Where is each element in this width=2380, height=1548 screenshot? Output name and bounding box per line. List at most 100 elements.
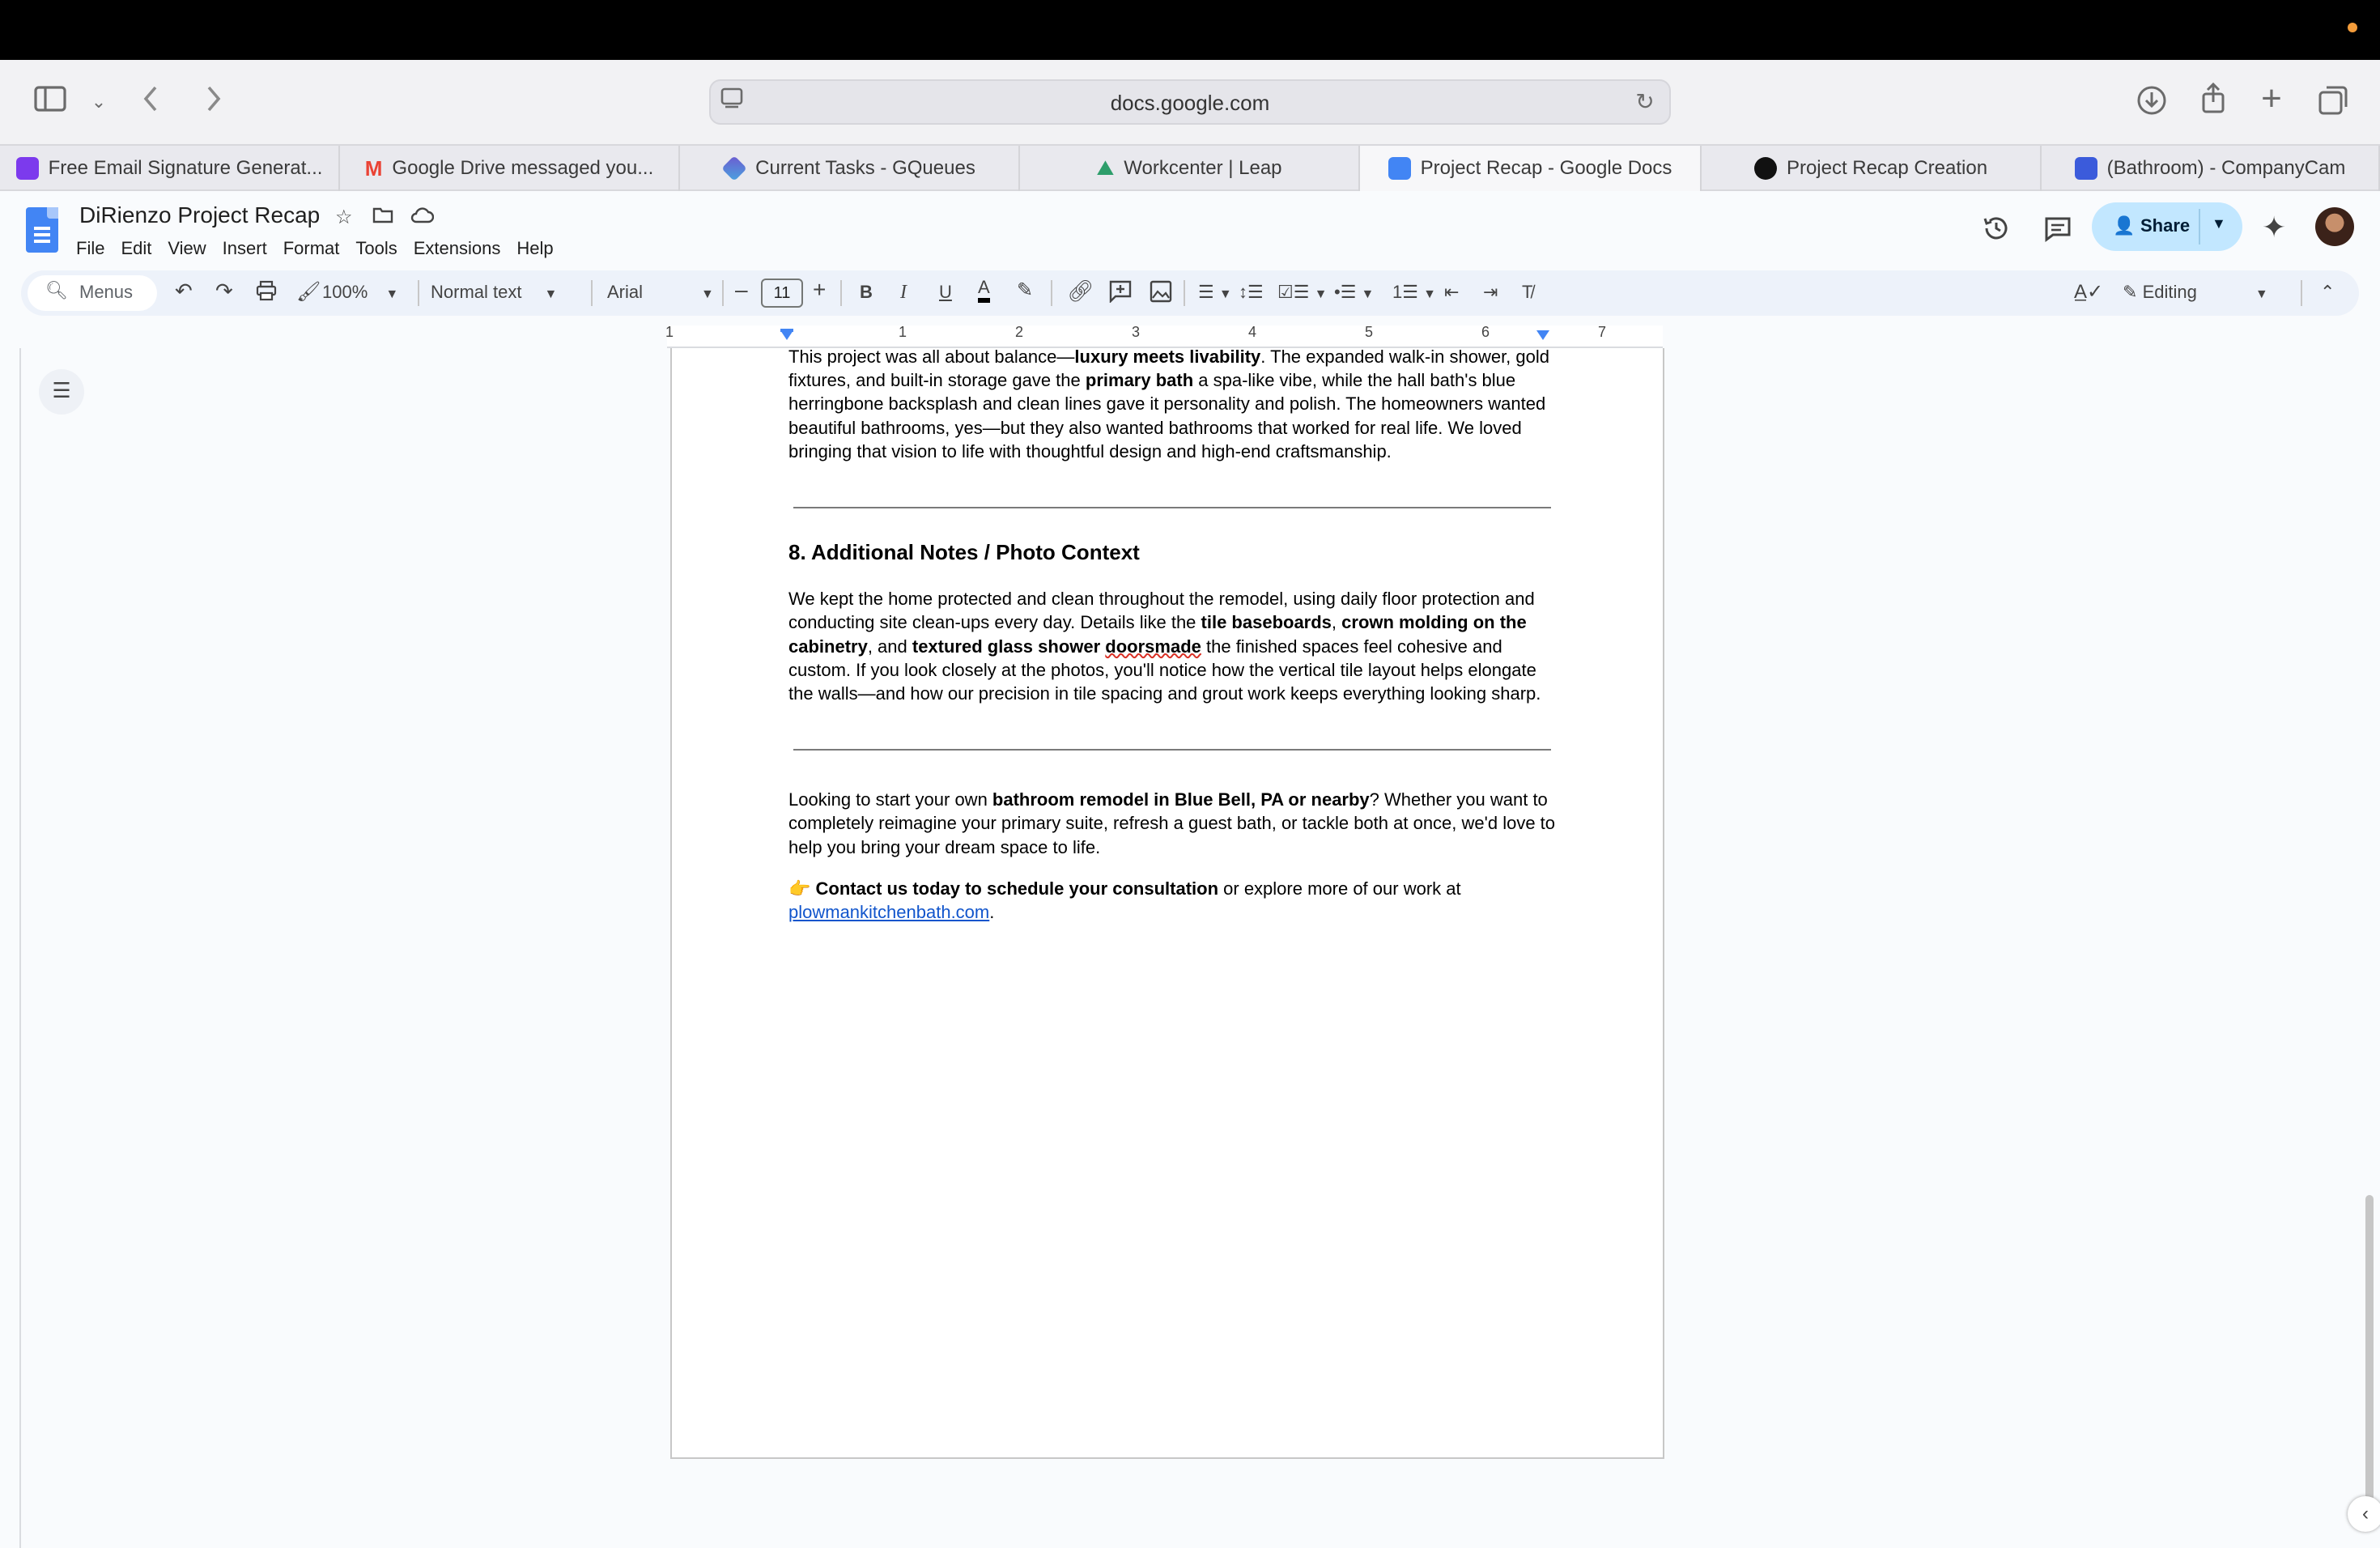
checklist-dropdown-icon: ▼ bbox=[1314, 287, 1328, 301]
font-size-input[interactable]: 11 bbox=[761, 279, 803, 308]
google-docs-logo-icon[interactable] bbox=[26, 207, 58, 253]
sidebar-toggle-icon[interactable] bbox=[32, 84, 68, 120]
downloads-icon[interactable] bbox=[2134, 84, 2170, 120]
numbered-list-icon[interactable]: 1☰ ▼ bbox=[1392, 282, 1436, 303]
document-title[interactable]: DiRienzo Project Recap bbox=[79, 202, 320, 228]
menu-tools[interactable]: Tools bbox=[355, 238, 397, 259]
menu-file[interactable]: File bbox=[76, 238, 104, 259]
pencil-icon: ✎ bbox=[2123, 282, 2138, 302]
tab-project-recap-docs[interactable]: Project Recap - Google Docs bbox=[1360, 146, 1702, 191]
person-icon: 👤 bbox=[2113, 215, 2136, 236]
new-tab-icon[interactable]: + bbox=[2254, 81, 2289, 118]
formatting-toolbar: 🔍︎ Menus ↶ ↷ 🖌︎ 100% ▼ Normal text ▼ Aria… bbox=[21, 270, 2359, 316]
move-folder-icon[interactable] bbox=[372, 206, 393, 229]
clear-formatting-icon[interactable]: T̸ bbox=[1522, 282, 1532, 303]
reload-icon[interactable]: ↻ bbox=[1627, 86, 1663, 121]
font-select[interactable]: Arial ▼ bbox=[607, 282, 714, 303]
ruler-number: 1 bbox=[899, 324, 907, 340]
italic-icon[interactable]: I bbox=[900, 282, 907, 304]
document-body[interactable]: This project was all about balance—luxur… bbox=[788, 347, 1562, 924]
editing-mode-select[interactable]: ✎ Editing ▼ bbox=[2123, 282, 2268, 303]
gemini-sparkle-icon[interactable]: ✦ bbox=[2262, 211, 2286, 245]
decrease-indent-icon[interactable]: ⇤ bbox=[1444, 282, 1459, 303]
hide-menus-chevron-up-icon[interactable]: ⌃ bbox=[2320, 282, 2335, 303]
first-line-indent-marker[interactable] bbox=[780, 329, 793, 332]
signature-icon bbox=[15, 157, 39, 180]
spelling-error[interactable]: doorsmade bbox=[1105, 636, 1201, 657]
paragraph-style-select[interactable]: Normal text ▼ bbox=[431, 282, 557, 303]
share-page-icon[interactable] bbox=[2195, 82, 2231, 118]
ruler-number: 3 bbox=[1132, 324, 1141, 340]
redo-icon[interactable]: ↷ bbox=[215, 279, 233, 304]
print-icon[interactable] bbox=[256, 280, 277, 306]
tab-companycam[interactable]: (Bathroom) - CompanyCam bbox=[2042, 146, 2380, 191]
ruler-number: 5 bbox=[1365, 324, 1374, 340]
address-bar[interactable]: docs.google.com ↻ bbox=[709, 79, 1671, 125]
sidebar-menu-chevron-icon[interactable]: ⌄ bbox=[81, 86, 117, 121]
spelling-check-icon[interactable]: A̲✓ bbox=[2074, 280, 2103, 304]
star-icon[interactable]: ☆ bbox=[335, 206, 353, 229]
ruler-number: 4 bbox=[1248, 324, 1257, 340]
tab-leap[interactable]: ⛰ Workcenter | Leap bbox=[1020, 146, 1360, 191]
menu-insert[interactable]: Insert bbox=[223, 238, 267, 259]
ruler-number: 1 bbox=[665, 324, 674, 340]
paint-format-icon[interactable]: 🖌︎ bbox=[296, 280, 321, 304]
menus-search[interactable]: 🔍︎ Menus bbox=[28, 275, 157, 311]
vertical-scrollbar[interactable] bbox=[2365, 1195, 2374, 1519]
url-text: docs.google.com bbox=[1110, 91, 1270, 115]
document-page[interactable]: This project was all about balance—luxur… bbox=[670, 347, 1664, 1459]
insert-link-icon[interactable]: 🔗︎ bbox=[1067, 279, 1094, 304]
right-indent-marker[interactable] bbox=[1536, 330, 1549, 340]
back-icon[interactable] bbox=[133, 84, 168, 120]
companycam-icon bbox=[2074, 157, 2097, 180]
tab-label: Project Recap - Google Docs bbox=[1420, 157, 1672, 179]
share-button[interactable]: 👤 Share ▼ bbox=[2092, 202, 2242, 251]
zoom-value: 100% bbox=[322, 282, 368, 302]
tab-label: Free Email Signature Generat... bbox=[48, 157, 323, 179]
forward-icon[interactable] bbox=[196, 84, 232, 120]
align-left-icon[interactable]: ☰ ▼ bbox=[1198, 282, 1232, 303]
browser-toolbar: ⌄ docs.google.com ↻ + bbox=[0, 60, 2380, 144]
docs-header: DiRienzo Project Recap ☆ File Edit View … bbox=[0, 191, 2380, 269]
menu-format[interactable]: Format bbox=[283, 238, 340, 259]
paragraph-style-value: Normal text bbox=[431, 282, 522, 302]
tab-label: Workcenter | Leap bbox=[1124, 157, 1282, 179]
underline-icon[interactable]: U bbox=[939, 282, 952, 303]
tab-gmail[interactable]: M Google Drive messaged you... bbox=[340, 146, 680, 191]
editing-mode-value: Editing bbox=[2142, 282, 2197, 302]
menu-extensions[interactable]: Extensions bbox=[414, 238, 501, 259]
undo-icon[interactable]: ↶ bbox=[175, 279, 193, 304]
cloud-saved-icon[interactable] bbox=[410, 206, 435, 229]
menu-view[interactable]: View bbox=[168, 238, 206, 259]
share-label: Share bbox=[2140, 215, 2191, 236]
zoom-select[interactable]: 100% ▼ bbox=[322, 282, 398, 303]
increase-font-size-icon[interactable]: + bbox=[813, 277, 826, 303]
side-panel-chevron-left-icon[interactable]: ‹ bbox=[2348, 1496, 2380, 1532]
avatar[interactable] bbox=[2315, 207, 2354, 246]
tab-gqueues[interactable]: Current Tasks - GQueues bbox=[680, 146, 1020, 191]
line-spacing-icon[interactable]: ↕☰ bbox=[1239, 282, 1264, 303]
share-dropdown-icon[interactable]: ▼ bbox=[2212, 215, 2226, 232]
version-history-icon[interactable] bbox=[1982, 214, 2011, 249]
tab-project-recap-creation[interactable]: Project Recap Creation bbox=[1702, 146, 2042, 191]
bold-icon[interactable]: B bbox=[860, 282, 873, 303]
checklist-icon[interactable]: ☑☰ ▼ bbox=[1277, 282, 1327, 303]
comments-icon[interactable] bbox=[2043, 214, 2072, 249]
menu-help[interactable]: Help bbox=[516, 238, 553, 259]
menu-edit[interactable]: Edit bbox=[121, 238, 151, 259]
tab-email-signature[interactable]: Free Email Signature Generat... bbox=[0, 146, 340, 191]
text-color-icon[interactable]: A bbox=[978, 277, 990, 303]
website-link[interactable]: plowmankitchenbath.com bbox=[788, 902, 989, 922]
add-comment-icon[interactable] bbox=[1109, 280, 1132, 308]
insert-image-icon[interactable] bbox=[1150, 280, 1172, 308]
tab-overview-icon[interactable] bbox=[2315, 84, 2351, 120]
highlight-color-icon[interactable]: ✎ bbox=[1017, 279, 1033, 302]
ruler-number: 7 bbox=[1598, 324, 1607, 340]
document-outline-icon[interactable]: ☰ bbox=[39, 369, 84, 415]
os-menu-bar bbox=[0, 0, 2380, 60]
increase-indent-icon[interactable]: ⇥ bbox=[1483, 282, 1498, 303]
decrease-font-size-icon[interactable]: – bbox=[735, 277, 748, 303]
bullet-dropdown-icon: ▼ bbox=[1361, 287, 1375, 301]
tab-label: Current Tasks - GQueues bbox=[755, 157, 975, 179]
bulleted-list-icon[interactable]: •☰ ▼ bbox=[1334, 282, 1374, 303]
